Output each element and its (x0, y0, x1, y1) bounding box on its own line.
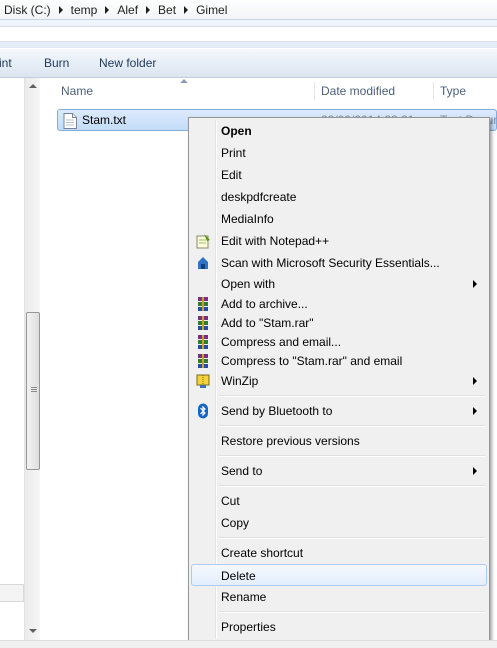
navigation-scroll-thumb[interactable] (26, 312, 40, 470)
print-button[interactable]: int (0, 49, 12, 78)
menu-item-label: Send by Bluetooth to (221, 404, 333, 418)
menu-item-scan-mse[interactable]: Scan with Microsoft Security Essentials.… (191, 252, 487, 274)
winrar-icon (198, 297, 208, 311)
menu-item-label: Rename (221, 590, 267, 604)
scroll-up-arrow-icon[interactable] (29, 84, 37, 88)
breadcrumb-separator-icon[interactable] (184, 5, 189, 14)
submenu-arrow-icon (473, 377, 477, 385)
scroll-grip-line (31, 391, 37, 392)
scroll-grip-line (31, 389, 37, 390)
scroll-grip-line (31, 387, 37, 388)
navigation-pane-item[interactable] (0, 584, 24, 602)
menu-item-copy[interactable]: Copy (191, 512, 487, 534)
command-toolbar: int Burn New folder (0, 48, 497, 78)
notepad-plus-plus-icon (196, 234, 210, 249)
context-menu: Open Print Edit deskpdfcreate MediaInfo … (188, 117, 490, 642)
menu-item-edit[interactable]: Edit (191, 164, 487, 186)
security-essentials-icon (198, 257, 208, 269)
menu-item-winzip[interactable]: WinZip (191, 370, 487, 392)
menu-item-compress-to-stam-rar-email[interactable]: Compress to "Stam.rar" and email (191, 350, 487, 372)
bottom-edge (0, 640, 497, 648)
menu-item-label: Properties (221, 620, 276, 634)
menu-item-rename[interactable]: Rename (191, 586, 487, 608)
new-folder-button[interactable]: New folder (99, 49, 156, 78)
menu-item-print[interactable]: Print (191, 142, 487, 164)
menu-separator (219, 455, 485, 457)
menu-item-label: Send to (221, 464, 263, 478)
menu-item-create-shortcut[interactable]: Create shortcut (191, 542, 487, 564)
menu-item-open[interactable]: Open (191, 120, 487, 142)
menu-item-cut[interactable]: Cut (191, 490, 487, 512)
bluetooth-icon (198, 403, 208, 419)
menu-item-send-bluetooth[interactable]: Send by Bluetooth to (191, 400, 487, 422)
breadcrumb-gimel[interactable]: Gimel (192, 3, 231, 17)
column-header-type[interactable]: Type (440, 78, 466, 104)
address-bar[interactable]: Disk (C:) temp Alef Bet Gimel (0, 0, 497, 20)
submenu-arrow-icon (473, 407, 477, 415)
submenu-arrow-icon (473, 280, 477, 288)
menu-item-label: Create shortcut (221, 546, 304, 560)
column-header-name[interactable]: Name (61, 78, 93, 104)
breadcrumb-separator-icon[interactable] (146, 5, 151, 14)
menu-item-label: deskpdfcreate (221, 190, 297, 204)
menu-item-label: Compress to "Stam.rar" and email (221, 354, 403, 368)
menu-item-mediainfo[interactable]: MediaInfo (191, 208, 487, 230)
breadcrumb-bet[interactable]: Bet (154, 3, 180, 17)
file-name: Stam.txt (82, 113, 127, 127)
column-divider[interactable] (314, 82, 315, 100)
menu-item-label: Edit with Notepad++ (221, 234, 330, 248)
scroll-down-arrow-icon[interactable] (29, 629, 37, 633)
column-header-date-modified[interactable]: Date modified (321, 78, 395, 104)
breadcrumb-alef[interactable]: Alef (113, 3, 142, 17)
menu-item-label: Open (221, 124, 252, 138)
breadcrumb-temp[interactable]: temp (67, 3, 102, 17)
menu-item-label: Open with (221, 277, 276, 291)
menu-item-restore-previous[interactable]: Restore previous versions (191, 430, 487, 452)
submenu-arrow-icon (473, 467, 477, 475)
address-bar-gap-strip (0, 26, 497, 42)
menu-item-label: WinZip (221, 374, 259, 388)
winrar-icon (198, 354, 208, 368)
menu-item-label: Edit (221, 168, 242, 182)
address-bar-gap (0, 20, 497, 48)
menu-item-label: Cut (221, 494, 240, 508)
navigation-scrollbar[interactable] (24, 78, 40, 640)
menu-separator (219, 395, 485, 397)
text-file-icon (63, 113, 77, 129)
burn-button[interactable]: Burn (44, 49, 69, 78)
menu-item-send-to[interactable]: Send to (191, 460, 487, 482)
menu-item-label: Restore previous versions (221, 434, 360, 448)
menu-item-label: Scan with Microsoft Security Essentials.… (221, 256, 440, 270)
menu-separator (219, 425, 485, 427)
column-header-bar: Name Date modified Type (40, 78, 497, 104)
winrar-icon (198, 335, 208, 349)
column-divider[interactable] (433, 82, 434, 100)
winrar-icon (198, 316, 208, 330)
breadcrumb-separator-icon[interactable] (105, 5, 110, 14)
menu-separator (219, 537, 485, 539)
menu-item-open-with[interactable]: Open with (191, 273, 487, 295)
menu-item-label: MediaInfo (221, 212, 274, 226)
menu-item-label: Print (221, 146, 246, 160)
menu-separator (219, 611, 485, 613)
menu-item-deskpdfcreate[interactable]: deskpdfcreate (191, 186, 487, 208)
breadcrumb-disk[interactable]: Disk (C:) (0, 3, 55, 17)
menu-item-label: Delete (221, 569, 256, 583)
breadcrumb-separator-icon[interactable] (58, 5, 63, 14)
menu-item-delete[interactable]: Delete (191, 564, 487, 586)
sort-ascending-icon (180, 79, 188, 83)
navigation-pane[interactable] (0, 78, 26, 640)
menu-separator (219, 485, 485, 487)
menu-item-edit-notepad[interactable]: Edit with Notepad++ (191, 230, 487, 252)
winzip-icon (196, 374, 210, 388)
menu-item-properties[interactable]: Properties (191, 616, 487, 638)
menu-item-label: Copy (221, 516, 250, 530)
